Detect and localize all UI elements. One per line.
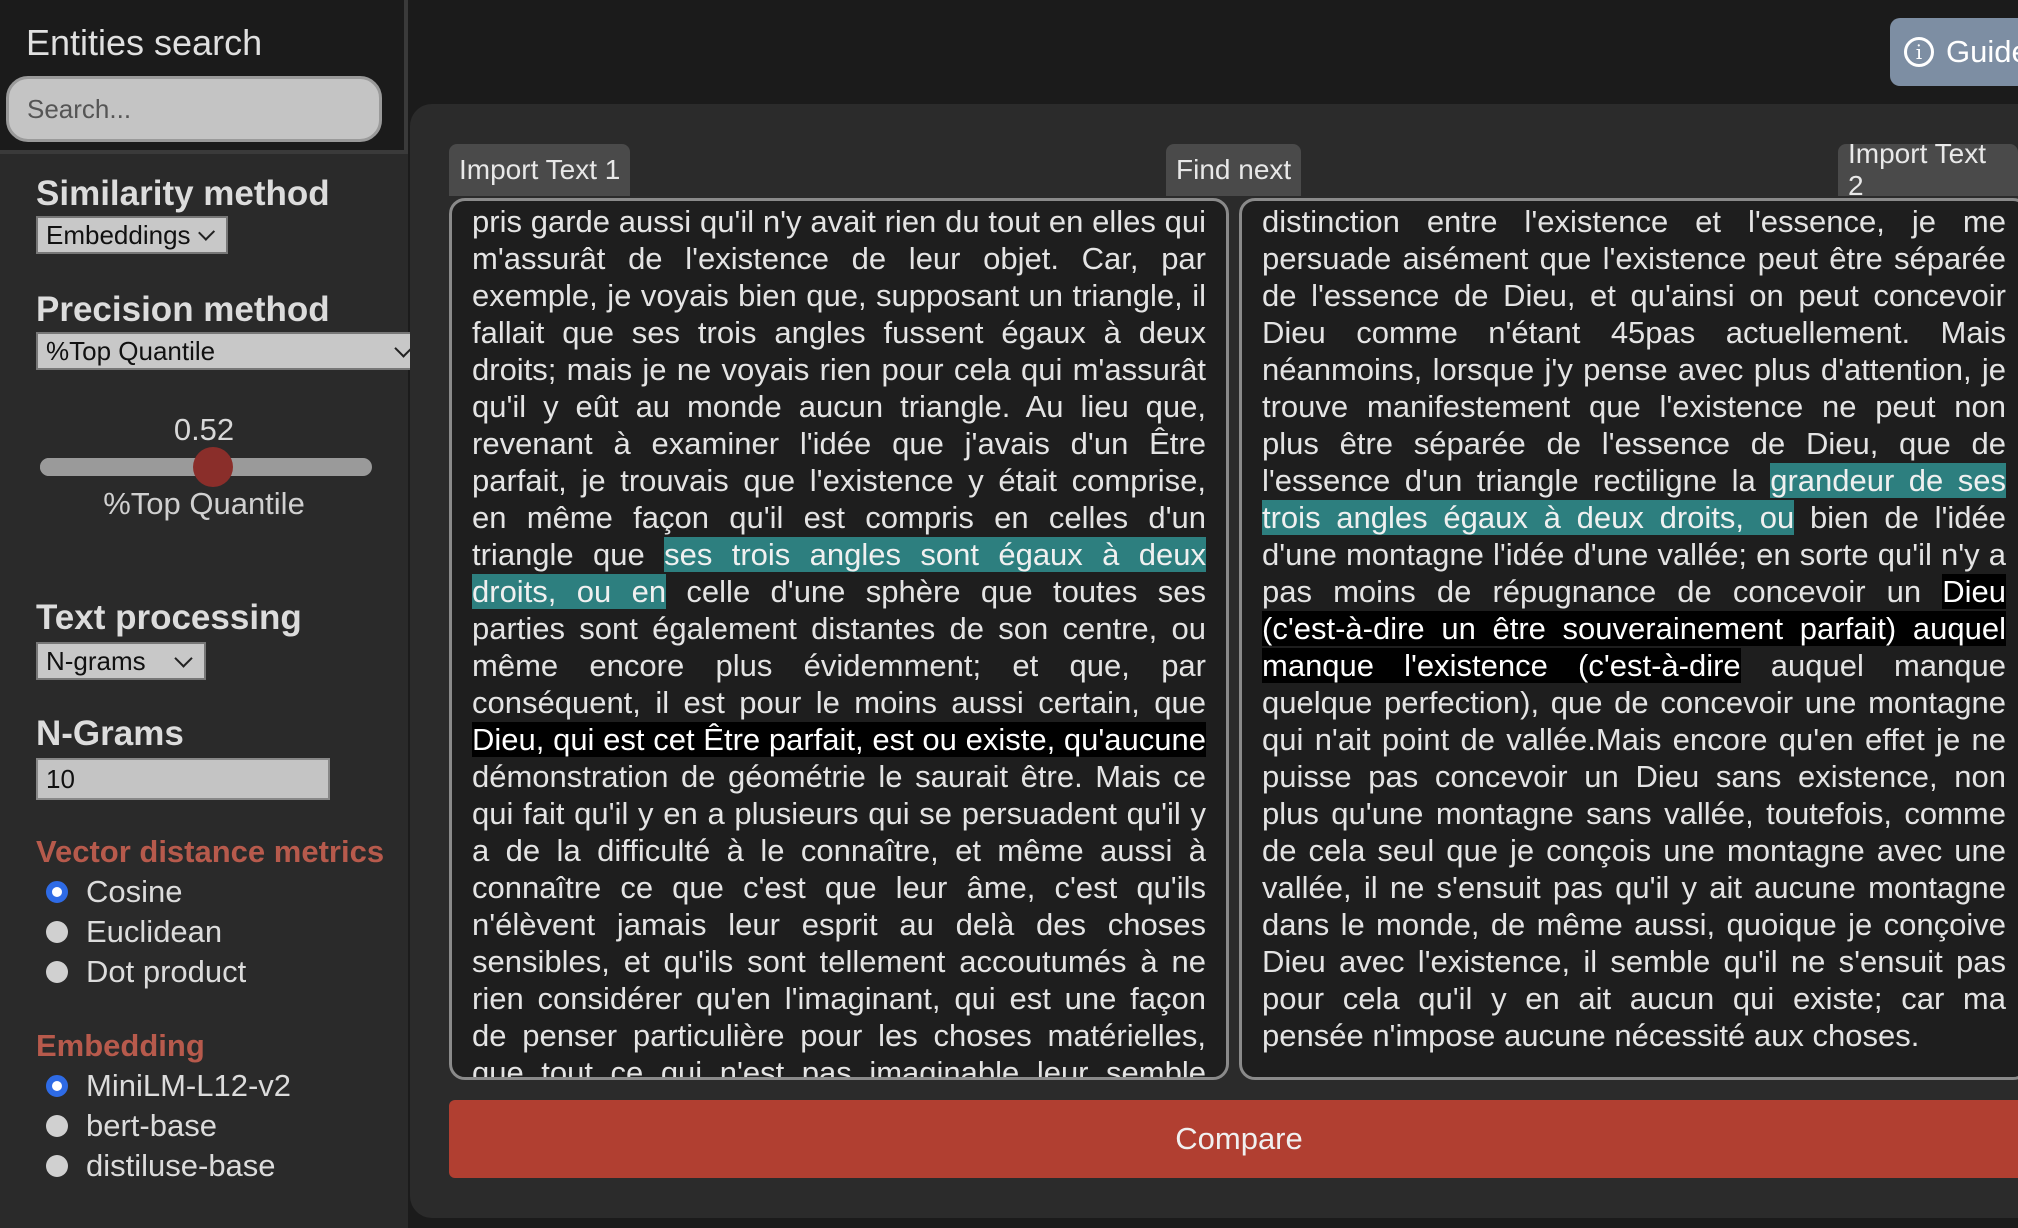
metric-option-dot-product[interactable]: Dot product [46, 954, 246, 990]
radio-selected-icon [46, 1075, 68, 1097]
metric-option-label: Euclidean [86, 914, 223, 949]
metric-option-cosine[interactable]: Cosine [46, 874, 183, 910]
embedding-option-label: bert-base [86, 1108, 217, 1143]
entities-search-panel: Entities search [0, 0, 408, 154]
text-segment: distinction entre l'existence et l'essen… [1262, 204, 2006, 498]
radio-selected-icon [46, 881, 68, 903]
highlight-entity: Dieu, qui est cet Être parfait, est ou e… [472, 722, 1206, 757]
embedding-option-bert-base[interactable]: bert-base [46, 1108, 217, 1144]
precision-method-value: %Top Quantile [46, 335, 216, 366]
slider-caption: %Top Quantile [103, 486, 305, 521]
guide-label: Guide [1946, 34, 2018, 69]
entities-search-title: Entities search [26, 22, 263, 63]
vector-distance-title: Vector distance metrics [36, 834, 385, 869]
precision-method-title: Precision method [36, 290, 330, 329]
metric-option-euclidean[interactable]: Euclidean [46, 914, 222, 950]
quantile-slider[interactable] [40, 447, 372, 487]
embedding-option-label: MiniLM-L12-v2 [86, 1068, 292, 1103]
similarity-method-title: Similarity method [36, 174, 330, 213]
chevron-down-icon [197, 223, 215, 241]
similarity-method-select[interactable]: Embeddings [36, 216, 228, 254]
text-1-content: pris garde aussi qu'il n'y avait rien du… [472, 203, 1206, 1080]
slider-value: 0.52 [173, 412, 235, 447]
compare-button[interactable]: Compare [449, 1100, 2018, 1178]
text-2-content: distinction entre l'existence et l'essen… [1262, 203, 2006, 1054]
embedding-title: Embedding [36, 1028, 205, 1063]
radio-icon [46, 921, 68, 943]
radio-icon [46, 961, 68, 983]
guide-button[interactable]: i Guide [1890, 18, 2018, 86]
text-segment: auquel manque quelque perfection), que d… [1262, 648, 2006, 1053]
import-text-2-button[interactable]: Import Text 2 [1838, 138, 2018, 201]
info-icon: i [1904, 37, 1934, 67]
text-processing-value: N-grams [46, 645, 146, 676]
text-2-area[interactable]: distinction entre l'existence et l'essen… [1239, 198, 2018, 1080]
similarity-method-value: Embeddings [46, 219, 191, 250]
ngrams-title: N-Grams [36, 714, 184, 753]
radio-icon [46, 1155, 68, 1177]
metric-option-label: Cosine [86, 874, 183, 909]
precision-method-select[interactable]: %Top Quantile [36, 332, 426, 370]
ngrams-input[interactable] [36, 758, 330, 800]
text-processing-select[interactable]: N-grams [36, 642, 206, 680]
text-segment: démonstration de géométrie le saurait êt… [472, 759, 1206, 1080]
slider-fill [40, 458, 213, 476]
chevron-down-icon [174, 648, 193, 668]
text-segment: pris garde aussi qu'il n'y avait rien du… [472, 204, 1206, 572]
embedding-option-distiluse[interactable]: distiluse-base [46, 1148, 276, 1184]
find-next-button[interactable]: Find next [1166, 144, 1302, 196]
text-1-area[interactable]: pris garde aussi qu'il n'y avait rien du… [449, 198, 1229, 1080]
embedding-option-minilm[interactable]: MiniLM-L12-v2 [46, 1068, 291, 1104]
settings-sidebar: Similarity method Embeddings Precision m… [0, 154, 426, 1228]
slider-thumb[interactable] [192, 447, 233, 487]
text-processing-title: Text processing [36, 598, 302, 637]
radio-icon [46, 1115, 68, 1137]
search-input[interactable] [6, 76, 382, 142]
embedding-option-label: distiluse-base [86, 1148, 276, 1183]
import-text-1-button[interactable]: Import Text 1 [449, 144, 631, 196]
metric-option-label: Dot product [86, 954, 247, 989]
